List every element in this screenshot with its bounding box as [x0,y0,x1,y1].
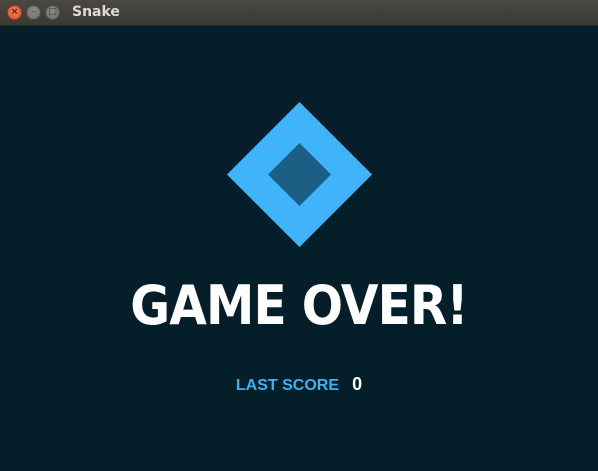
game-over-heading: GAME OVER! [130,274,468,337]
last-score-value: 0 [352,374,363,394]
app-window: × – □ Snake GAME OVER! LAST SCORE 0 [0,0,598,471]
maximize-window-button[interactable]: □ [45,5,60,20]
minimize-icon: – [31,7,36,17]
minimize-window-button[interactable]: – [26,5,41,20]
window-titlebar[interactable]: × – □ Snake [0,0,598,26]
close-window-button[interactable]: × [7,5,22,20]
last-score: LAST SCORE 0 [0,374,598,395]
last-score-label: LAST SCORE [235,377,339,394]
maximize-icon: □ [48,7,57,17]
window-title: Snake [72,4,120,20]
close-icon: × [10,7,19,17]
diamond-icon [227,102,372,247]
game-screen: GAME OVER! LAST SCORE 0 [0,26,598,471]
